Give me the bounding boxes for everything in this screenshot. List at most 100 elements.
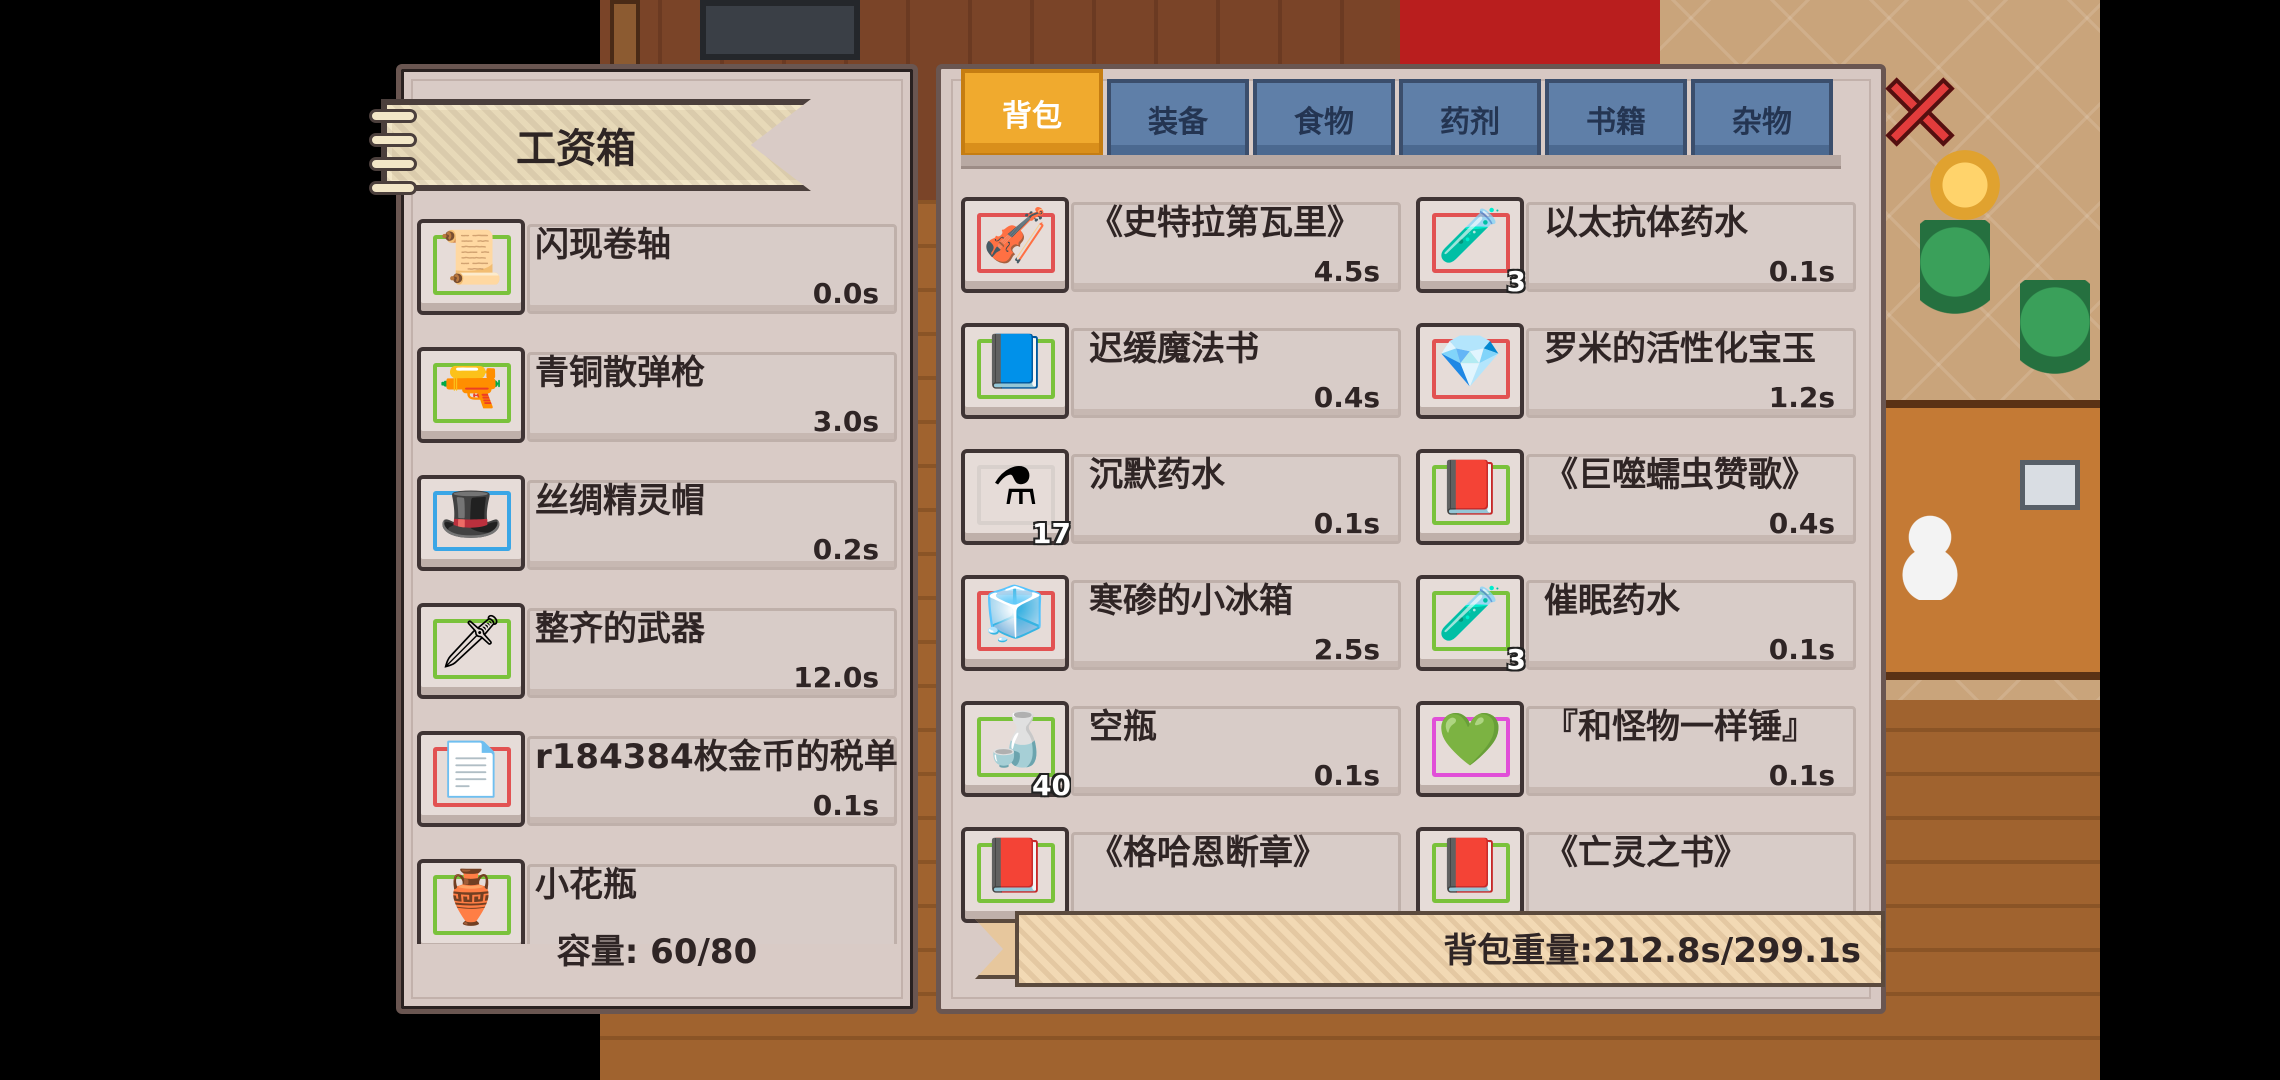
item-slot[interactable]: 🎩 bbox=[417, 475, 525, 571]
wizard-hat-icon: 🎩 bbox=[438, 483, 504, 544]
backpack-item[interactable]: 🎻 《史特拉第瓦里》 4.5s bbox=[961, 187, 1406, 307]
item-slot[interactable]: 🗡 bbox=[417, 603, 525, 699]
tax-bill-icon: 📄 bbox=[438, 739, 504, 800]
cabinet bbox=[700, 0, 860, 60]
item-name: 沉默药水 bbox=[1089, 455, 1225, 495]
backpack-item[interactable]: 📘 迟缓魔法书 0.4s bbox=[961, 313, 1406, 433]
item-name: 小花瓶 bbox=[535, 865, 637, 905]
banner-spiral bbox=[369, 109, 417, 123]
item-name: 空瓶 bbox=[1089, 707, 1157, 747]
item-weight: 0.1s bbox=[1768, 633, 1835, 666]
item-weight: 0.1s bbox=[1313, 507, 1380, 540]
backpack-weight-label: 背包重量:212.8s/299.1s bbox=[1443, 930, 1861, 971]
wage-box-item[interactable]: 📄 r184384枚金币的税单 0.1s bbox=[417, 721, 907, 841]
item-slot[interactable]: 🧪 3 bbox=[1416, 575, 1526, 676]
shotgun-icon: 🔫 bbox=[438, 355, 504, 416]
item-weight: 12.0s bbox=[793, 661, 879, 694]
backpack-item[interactable]: 🧪 3 以太抗体药水 0.1s bbox=[1416, 187, 1861, 307]
snowman-decoration bbox=[1900, 510, 1960, 600]
violin-icon: 🎻 bbox=[982, 205, 1048, 266]
item-weight: 2.5s bbox=[1313, 633, 1380, 666]
item-name: 『和怪物一样锤』 bbox=[1544, 707, 1816, 747]
backpack-item[interactable]: 📕 《巨噬蠕虫赞歌》 0.4s bbox=[1416, 439, 1861, 559]
tab-4[interactable]: 书籍 bbox=[1545, 79, 1687, 159]
wage-box-panel: 工资箱 📜 闪现卷轴 0.0s 🔫 青铜散弹枪 3.0s 🎩 丝绸精灵帽 0.2s 🗡 整齐的武器 1… bbox=[369, 64, 918, 1014]
item-slot[interactable]: 📕 bbox=[1416, 449, 1524, 545]
weapon-rack-icon: 🗡 bbox=[437, 611, 504, 672]
scroll-icon: 📜 bbox=[438, 227, 504, 288]
item-weight: 0.1s bbox=[1313, 759, 1380, 792]
item-name: 《史特拉第瓦里》 bbox=[1089, 203, 1361, 243]
item-name: 整齐的武器 bbox=[535, 609, 705, 649]
item-weight: 3.0s bbox=[812, 405, 879, 438]
item-weight: 0.1s bbox=[812, 789, 879, 822]
item-name: 闪现卷轴 bbox=[535, 225, 671, 265]
item-slot[interactable]: 📄 bbox=[417, 731, 525, 827]
plant-decoration bbox=[2020, 280, 2090, 400]
category-tabs: 背包 装备 食物 药剂 书籍 杂物 bbox=[961, 69, 1841, 165]
item-count: 3 bbox=[1506, 265, 1526, 298]
backpack-item[interactable]: 💎 罗米的活性化宝玉 1.2s bbox=[1416, 313, 1861, 433]
item-name: 以太抗体药水 bbox=[1544, 203, 1748, 243]
item-slot[interactable]: 🧊 bbox=[961, 575, 1069, 671]
wage-box-item[interactable]: 🎩 丝绸精灵帽 0.2s bbox=[417, 465, 907, 585]
item-name: 《巨噬蠕虫赞歌》 bbox=[1544, 455, 1816, 495]
tab-divider bbox=[961, 155, 1841, 169]
potion-violet-icon: 🧪 bbox=[1437, 583, 1503, 644]
item-weight: 0.4s bbox=[1768, 507, 1835, 540]
plant-decoration bbox=[1920, 220, 1990, 340]
wage-box-item[interactable]: 🗡 整齐的武器 12.0s bbox=[417, 593, 907, 713]
item-name: 丝绸精灵帽 bbox=[535, 481, 705, 521]
wage-box-item[interactable]: 🔫 青铜散弹枪 3.0s bbox=[417, 337, 907, 457]
empty-bottle-icon: 🍶 bbox=[982, 709, 1048, 770]
wage-box-title-banner: 工资箱 bbox=[381, 99, 811, 191]
wage-box-item-list[interactable]: 📜 闪现卷轴 0.0s 🔫 青铜散弹枪 3.0s 🎩 丝绸精灵帽 0.2s 🗡 整齐的武器 12.0s… bbox=[417, 209, 907, 944]
backpack-item[interactable]: 🧊 寒碜的小冰箱 2.5s bbox=[961, 565, 1406, 685]
backpack-item[interactable]: ⚗ 17 沉默药水 0.1s bbox=[961, 439, 1406, 559]
potion-purple-icon: 🧪 bbox=[1437, 205, 1503, 266]
item-weight: 1.2s bbox=[1768, 381, 1835, 414]
item-name: 迟缓魔法书 bbox=[1089, 329, 1259, 369]
item-slot[interactable]: ⚗ 17 bbox=[961, 449, 1071, 550]
purple-book-icon: 📕 bbox=[1437, 835, 1503, 896]
tab-2[interactable]: 食物 bbox=[1253, 79, 1395, 159]
item-name: 催眠药水 bbox=[1544, 581, 1680, 621]
banner-spiral bbox=[369, 157, 417, 171]
item-weight: 4.5s bbox=[1313, 255, 1380, 288]
item-slot[interactable]: 🍶 40 bbox=[961, 701, 1071, 802]
item-weight: 0.1s bbox=[1768, 759, 1835, 792]
backpack-item[interactable]: 🍶 40 空瓶 0.1s bbox=[961, 691, 1406, 811]
item-name: r184384枚金币的税单 bbox=[535, 737, 898, 777]
flower-vase-icon: 🏺 bbox=[438, 867, 504, 928]
tab-1[interactable]: 装备 bbox=[1107, 79, 1249, 159]
item-weight: 0.1s bbox=[1768, 255, 1835, 288]
game-screen: 工资箱 📜 闪现卷轴 0.0s 🔫 青铜散弹枪 3.0s 🎩 丝绸精灵帽 0.2s 🗡 整齐的武器 1… bbox=[0, 0, 2280, 1080]
tab-3[interactable]: 药剂 bbox=[1399, 79, 1541, 159]
item-slot[interactable]: 🔫 bbox=[417, 347, 525, 443]
mini-fridge-icon: 🧊 bbox=[982, 583, 1048, 644]
purple-book-icon: 📕 bbox=[982, 835, 1048, 896]
item-slot[interactable]: 📘 bbox=[961, 323, 1069, 419]
panel-title: 工资箱 bbox=[516, 126, 636, 172]
banner-spiral bbox=[369, 133, 417, 147]
item-name: 《亡灵之书》 bbox=[1544, 833, 1748, 873]
blue-spellbook-icon: 📘 bbox=[982, 331, 1048, 392]
backpack-panel: 背包 装备 食物 药剂 书籍 杂物 🎻 《史特拉第瓦里》 4.5s 🧪 3 以太抗体药水 0.1s 📘 迟… bbox=[936, 64, 1886, 1014]
green-gem-necklace-icon: 💚 bbox=[1437, 709, 1503, 770]
item-slot[interactable]: 📜 bbox=[417, 219, 525, 315]
item-count: 40 bbox=[1032, 769, 1071, 802]
close-button[interactable] bbox=[1885, 76, 1955, 147]
item-slot[interactable]: 💎 bbox=[1416, 323, 1524, 419]
backpack-item[interactable]: 🧪 3 催眠药水 0.1s bbox=[1416, 565, 1861, 685]
wage-box-item[interactable]: 📜 闪现卷轴 0.0s bbox=[417, 209, 907, 329]
backpack-weight-ribbon: 背包重量:212.8s/299.1s bbox=[975, 909, 1885, 989]
item-slot[interactable]: 💚 bbox=[1416, 701, 1524, 797]
item-slot[interactable]: 🎻 bbox=[961, 197, 1069, 293]
tab-5[interactable]: 杂物 bbox=[1691, 79, 1833, 159]
item-weight: 0.4s bbox=[1313, 381, 1380, 414]
item-count: 17 bbox=[1032, 517, 1071, 550]
backpack-item-list[interactable]: 🎻 《史特拉第瓦里》 4.5s 🧪 3 以太抗体药水 0.1s 📘 迟缓魔法书 0.4s 💎 罗米的活… bbox=[961, 187, 1861, 949]
item-slot[interactable]: 🧪 3 bbox=[1416, 197, 1526, 298]
tab-0[interactable]: 背包 bbox=[961, 69, 1103, 157]
backpack-item[interactable]: 💚 『和怪物一样锤』 0.1s bbox=[1416, 691, 1861, 811]
